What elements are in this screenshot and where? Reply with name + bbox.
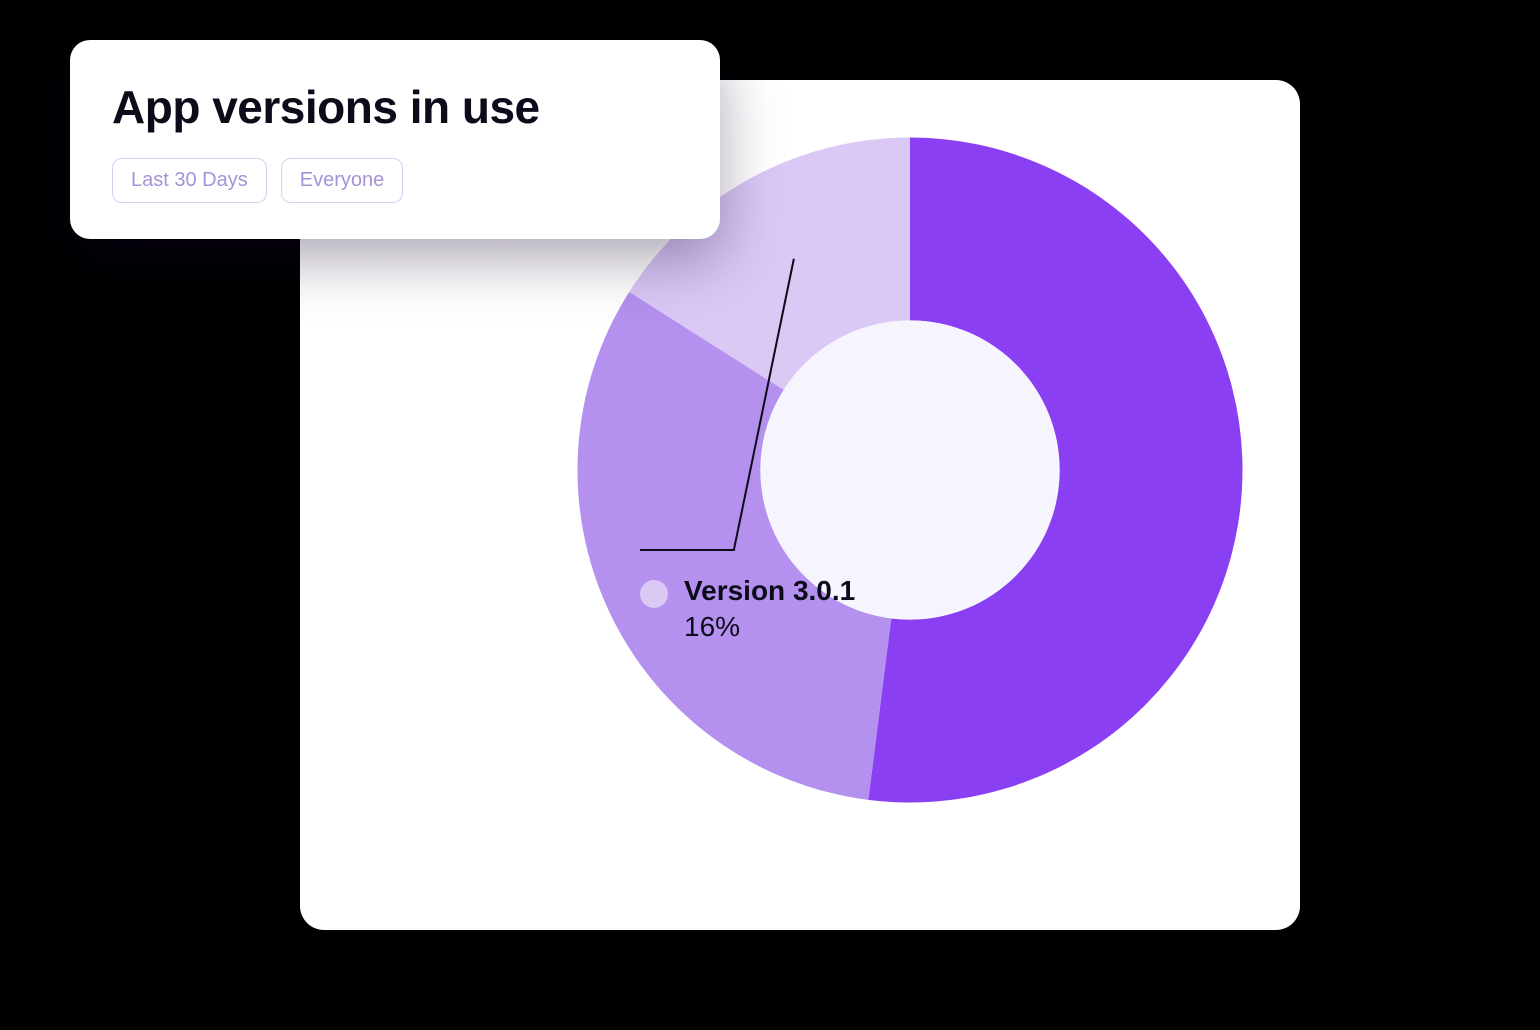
chart-callout: Version 3.0.1 16% [640,574,855,643]
callout-swatch [640,580,668,608]
header-card: App versions in use Last 30 Days Everyon… [70,40,720,239]
filter-chips: Last 30 Days Everyone [112,158,678,203]
callout-percent: 16% [684,610,855,644]
filter-audience[interactable]: Everyone [281,158,404,203]
callout-label: Version 3.0.1 [684,574,855,608]
filter-time-range[interactable]: Last 30 Days [112,158,267,203]
page-title: App versions in use [112,80,678,134]
